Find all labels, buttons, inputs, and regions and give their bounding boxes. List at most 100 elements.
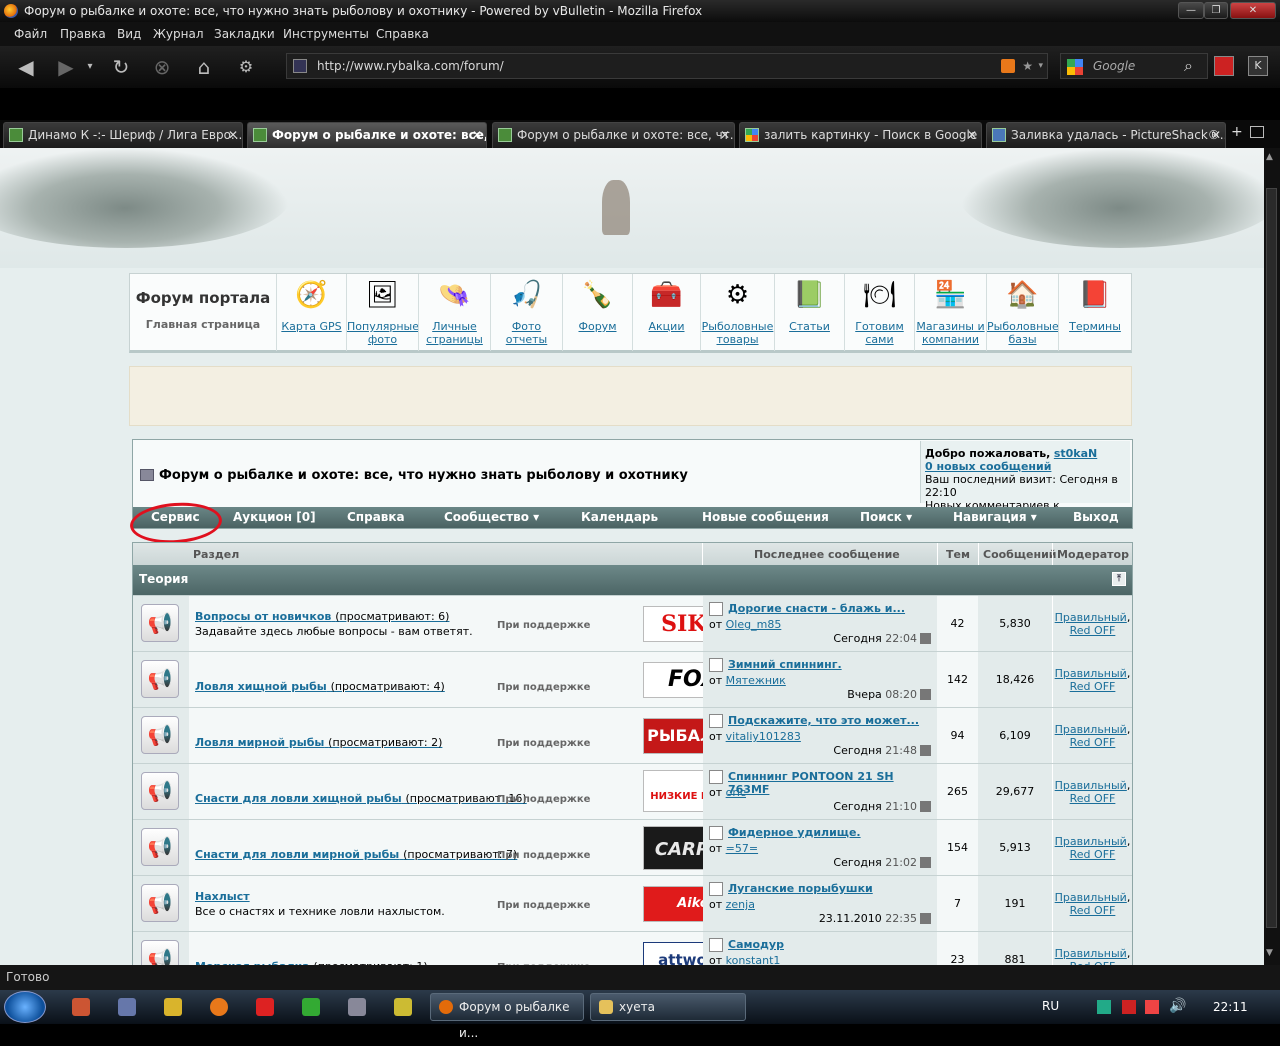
menu-edit[interactable]: Правка (60, 27, 106, 41)
menu-history[interactable]: Журнал (153, 27, 204, 41)
tray-icon[interactable] (1097, 1000, 1111, 1014)
last-post-link[interactable]: Подскажите, что это может... (728, 714, 919, 727)
menu-help[interactable]: Справка (376, 27, 429, 41)
last-post-user-link[interactable]: vitaliy101283 (726, 730, 801, 743)
tab-3[interactable]: Форум о рыбалке и охоте: все, чт... ✕ (492, 122, 735, 148)
portal-item-shops[interactable]: 🏪 Магазины и компании (914, 274, 986, 351)
scroll-thumb[interactable] (1266, 188, 1277, 928)
bookmark-star-icon[interactable]: ★ (1022, 54, 1033, 78)
moderator-link[interactable]: Правильный (1055, 723, 1127, 736)
tab-5[interactable]: Заливка удалась - PictureShack®... ✕ (986, 122, 1226, 148)
nav-calendar[interactable]: Календарь (581, 510, 658, 524)
search-input[interactable]: Google (1093, 54, 1135, 78)
volume-icon[interactable]: 🔊 (1169, 998, 1186, 1014)
moderator-link[interactable]: Red OFF (1070, 680, 1116, 693)
quicklaunch-icon[interactable] (118, 998, 136, 1016)
portal-item-promos[interactable]: 🧰 Акции (632, 274, 700, 351)
maximize-button[interactable]: ❐ (1204, 2, 1228, 19)
portal-item-cooking[interactable]: 🍽 Готовим сами (844, 274, 914, 351)
forward-icon[interactable]: ▶ (50, 52, 82, 82)
menu-file[interactable]: Файл (14, 27, 47, 41)
quicklaunch-icon[interactable] (394, 998, 412, 1016)
quicklaunch-icon[interactable] (210, 998, 228, 1016)
last-post-user-link[interactable]: konstant1 (726, 954, 781, 965)
home-icon[interactable]: ⌂ (188, 52, 220, 82)
portal-item-bases[interactable]: 🏠 Рыболовные базы (986, 274, 1059, 351)
nav-navigation[interactable]: Навигация ▾ (953, 510, 1037, 524)
nav-auction[interactable]: Аукцион [0] (233, 510, 316, 524)
network-icon[interactable] (1122, 1000, 1136, 1014)
taskbar-folder[interactable]: хуета (590, 993, 746, 1021)
nav-community[interactable]: Сообщество ▾ (444, 510, 539, 524)
portal-item-gps[interactable]: 🧭 Карта GPS (276, 274, 346, 351)
rss-icon[interactable] (1001, 59, 1015, 73)
last-post-link[interactable]: Самодур (728, 938, 784, 951)
close-button[interactable]: ✕ (1230, 2, 1276, 19)
portal-item-terms[interactable]: 📕 Термины (1058, 274, 1131, 351)
last-post-link[interactable]: Спиннинг PONTOON 21 SH 763MF (728, 770, 937, 796)
portal-item-articles[interactable]: 📗 Статьи (774, 274, 844, 351)
moderator-link[interactable]: Правильный (1055, 947, 1127, 960)
stop-icon[interactable]: ⊗ (146, 52, 178, 82)
moderator-link[interactable]: Правильный (1055, 891, 1127, 904)
quicklaunch-icon[interactable] (302, 998, 320, 1016)
moderator-link[interactable]: Red OFF (1070, 792, 1116, 805)
portal-item-forum[interactable]: 🍾 Форум (562, 274, 632, 351)
go-to-post-icon[interactable] (920, 801, 931, 812)
moderator-link[interactable]: Red OFF (1070, 736, 1116, 749)
last-post-link[interactable]: Зимний спиннинг. (728, 658, 842, 671)
tab-list-icon[interactable] (1250, 126, 1264, 138)
moderator-link[interactable]: Правильный (1055, 667, 1127, 680)
collapse-icon[interactable]: ⤒ (1112, 572, 1126, 586)
last-post-link[interactable]: Дорогие снасти - блажь и... (728, 602, 905, 615)
forum-name-link[interactable]: Снасти для ловли мирной рыбы (просматрив… (195, 848, 517, 861)
tray-icon[interactable] (1145, 1000, 1159, 1014)
portal-item-pages[interactable]: 👒 Личные страницы (418, 274, 490, 351)
nav-search[interactable]: Поиск ▾ (860, 510, 912, 524)
menu-view[interactable]: Вид (117, 27, 141, 41)
moderator-link[interactable]: Правильный (1055, 835, 1127, 848)
last-post-link[interactable]: Фидерное удилище. (728, 826, 861, 839)
go-to-post-icon[interactable] (920, 745, 931, 756)
quicklaunch-icon[interactable] (164, 998, 182, 1016)
last-post-link[interactable]: Луганские порыбушки (728, 882, 873, 895)
url-dropdown-icon[interactable]: ▾ (1038, 54, 1043, 78)
clock[interactable]: 22:11 (1213, 1000, 1248, 1014)
tab-close-icon[interactable]: ✕ (720, 123, 730, 147)
nav-new-posts[interactable]: Новые сообщения (702, 510, 829, 524)
last-post-user-link[interactable]: =57= (726, 842, 758, 855)
tab-close-icon[interactable]: ✕ (228, 123, 238, 147)
go-to-post-icon[interactable] (920, 633, 931, 644)
tab-1[interactable]: Динамо К -:- Шериф / Лига Евро... ✕ (3, 122, 243, 148)
last-post-user-link[interactable]: Мятежник (726, 674, 786, 687)
last-post-user-link[interactable]: Oleg_m85 (726, 618, 782, 631)
new-tab-icon[interactable]: + (1231, 124, 1243, 140)
minimize-button[interactable]: — (1178, 2, 1204, 19)
go-to-post-icon[interactable] (920, 857, 931, 868)
start-button[interactable] (4, 991, 46, 1023)
portal-home-link[interactable]: Главная страница (130, 318, 276, 331)
nav-logout[interactable]: Выход (1073, 510, 1119, 524)
moderator-link[interactable]: Правильный (1055, 611, 1127, 624)
history-dropdown-icon[interactable]: ▾ (80, 52, 100, 82)
portal-item-reports[interactable]: 🎣 Фото отчеты (490, 274, 562, 351)
last-post-user-link[interactable]: oric (726, 786, 746, 799)
back-icon[interactable]: ◀ (10, 52, 42, 82)
quicklaunch-icon[interactable] (348, 998, 366, 1016)
scrollbar[interactable]: ▲ ▼ (1264, 148, 1280, 965)
moderator-link[interactable]: Red OFF (1070, 904, 1116, 917)
moderator-link[interactable]: Red OFF (1070, 624, 1116, 637)
go-to-post-icon[interactable] (920, 689, 931, 700)
language-indicator[interactable]: RU (1042, 999, 1059, 1013)
last-post-user-link[interactable]: zenja (726, 898, 755, 911)
forum-name-link[interactable]: Ловля мирной рыбы (просматривают: 2) (195, 736, 442, 749)
nav-help[interactable]: Справка (347, 510, 405, 524)
quicklaunch-icon[interactable] (72, 998, 90, 1016)
search-icon[interactable]: ⌕ (1184, 56, 1193, 76)
tab-4[interactable]: залить картинку - Поиск в Google ✕ (739, 122, 982, 148)
new-messages-link[interactable]: 0 новых сообщений (925, 460, 1051, 473)
tab-close-icon[interactable]: ✕ (472, 123, 482, 147)
taskbar-firefox[interactable]: Форум о рыбалке и... (430, 993, 584, 1040)
reload-icon[interactable]: ↻ (105, 52, 137, 82)
tab-close-icon[interactable]: ✕ (1211, 123, 1221, 147)
